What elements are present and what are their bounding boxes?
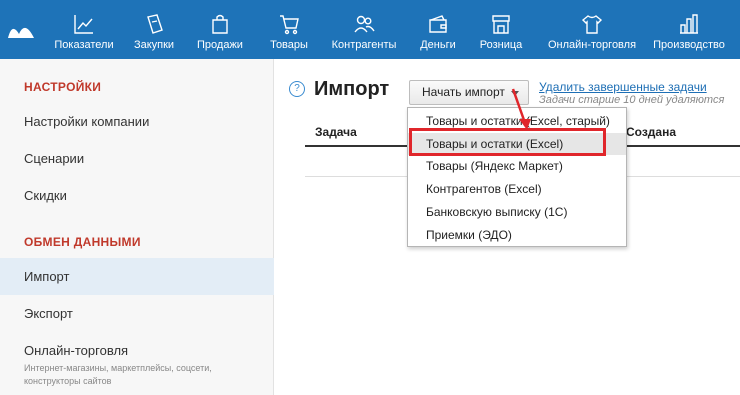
- nav-retail[interactable]: Розница: [474, 0, 528, 59]
- nav-label: Закупки: [133, 39, 175, 51]
- nav-label: Производство: [653, 39, 725, 51]
- sidebar: НАСТРОЙКИ Настройки компании Сценарии Ск…: [0, 59, 274, 395]
- nav-label: Розница: [479, 39, 523, 51]
- sidebar-item-export[interactable]: Экспорт: [0, 295, 274, 332]
- tshirt-icon: [581, 15, 603, 34]
- dropdown-item-receipts-edo[interactable]: Приемки (ЭДО): [408, 224, 626, 246]
- sidebar-item-discounts[interactable]: Скидки: [0, 177, 274, 214]
- sidebar-item-online-trade-description: Интернет-магазины, маркетплейсы, соцсети…: [24, 363, 212, 386]
- column-created[interactable]: Создана: [626, 125, 676, 139]
- pointer-arrow-icon: [511, 88, 531, 130]
- shopping-bag-icon: [212, 14, 228, 34]
- store-icon: [492, 15, 510, 34]
- people-icon: [354, 15, 375, 33]
- nav-counterparties[interactable]: Контрагенты: [326, 0, 402, 59]
- nav-label: Деньги: [420, 39, 456, 51]
- wallet-icon: [429, 15, 447, 33]
- help-icon[interactable]: ?: [289, 81, 305, 97]
- dropdown-item-bank-statement[interactable]: Банковскую выписку (1С): [408, 201, 626, 223]
- nav-label: Показатели: [54, 39, 114, 51]
- nav-label: Продажи: [197, 39, 243, 51]
- sidebar-section-settings: НАСТРОЙКИ: [24, 80, 102, 94]
- retention-hint: Задачи старше 10 дней удаляются: [539, 94, 725, 106]
- delete-finished-tasks-link[interactable]: Удалить завершенные задачи: [539, 80, 707, 94]
- sidebar-item-scenarios[interactable]: Сценарии: [0, 140, 274, 177]
- dropdown-item-counterparties-excel[interactable]: Контрагентов (Excel): [408, 178, 626, 200]
- purchase-bag-icon: [147, 14, 163, 34]
- column-task[interactable]: Задача: [315, 125, 357, 139]
- nav-label: Онлайн-торговля: [547, 39, 637, 51]
- dropdown-item-products-yandex-market[interactable]: Товары (Яндекс Маркет): [408, 155, 626, 177]
- top-navigation-bar: Показатели Закупки Продажи Товары Контра…: [0, 0, 740, 59]
- logo-icon[interactable]: [6, 18, 36, 40]
- start-import-label: Начать импорт: [422, 85, 505, 99]
- nav-products[interactable]: Товары: [262, 0, 316, 59]
- nav-money[interactable]: Деньги: [410, 0, 466, 59]
- nav-purchases[interactable]: Закупки: [126, 0, 182, 59]
- sidebar-section-data-exchange: ОБМЕН ДАННЫМИ: [24, 235, 141, 249]
- page-title: Импорт: [314, 78, 390, 100]
- nav-dashboard[interactable]: Показатели: [48, 0, 120, 59]
- cart-icon: [280, 15, 299, 35]
- nav-online-trade[interactable]: Онлайн-торговля: [540, 0, 644, 59]
- chart-line-icon: [74, 15, 93, 34]
- nav-production[interactable]: Производство: [648, 0, 730, 59]
- nav-label: Контрагенты: [331, 39, 397, 51]
- sidebar-item-import[interactable]: Импорт: [0, 258, 274, 295]
- nav-label: Товары: [270, 39, 308, 51]
- factory-icon: [680, 14, 698, 34]
- sidebar-item-company-settings[interactable]: Настройки компании: [0, 103, 274, 140]
- nav-sales[interactable]: Продажи: [192, 0, 248, 59]
